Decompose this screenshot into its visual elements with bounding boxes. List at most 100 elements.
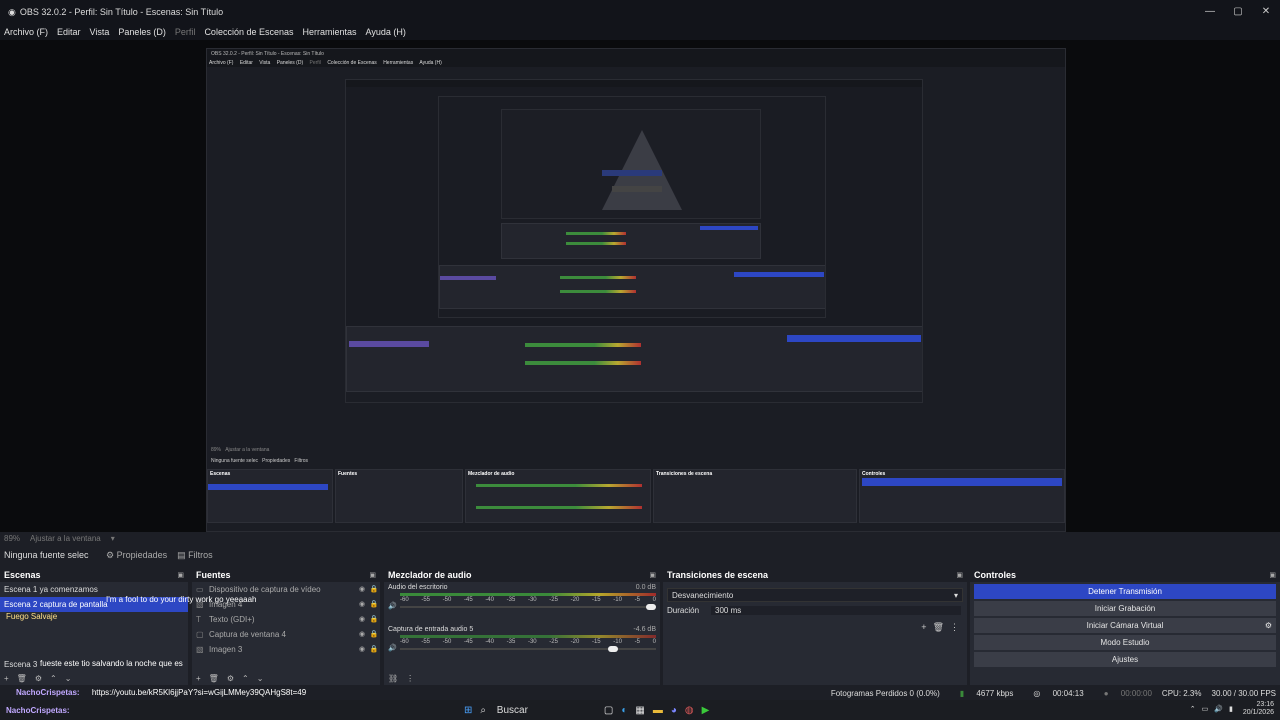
volume-slider[interactable] (400, 646, 656, 652)
clock[interactable]: 23:16 20/1/2026 (1243, 701, 1274, 717)
transitions-title: Transiciones de escena (667, 570, 769, 580)
dock-menu-icon[interactable]: ▣ (369, 571, 376, 579)
preview-canvas[interactable]: OBS 32.0.2 - Perfil: Sin Título - Escena… (0, 40, 1280, 532)
maximize-button[interactable]: ▢ (1224, 0, 1252, 24)
menu-paneles[interactable]: Paneles (D) (118, 27, 166, 37)
dock-menu-icon[interactable]: ▣ (649, 571, 656, 579)
battery-icon[interactable]: ▮ (1229, 705, 1233, 713)
chrome-icon[interactable]: ◍ (685, 705, 694, 716)
transition-duration: Duración 300 ms (667, 606, 963, 615)
source-item[interactable]: ▢ Captura de ventana 4 ◉ 🔒 (192, 627, 380, 642)
duration-input[interactable]: 300 ms (711, 606, 962, 615)
taskbar-search[interactable]: ⌕ Buscar (480, 705, 536, 716)
menu-archivo[interactable]: Archivo (F) (4, 27, 48, 37)
gear-icon[interactable]: ⚙ (1265, 618, 1272, 633)
start-virtual-camera-button[interactable]: Iniciar Cámara Virtual ⚙ (974, 618, 1276, 633)
folder-icon[interactable]: ▬ (653, 705, 663, 716)
gear-icon[interactable]: ⚙ (35, 674, 42, 683)
meter-tick: 0 (652, 639, 656, 645)
chevron-up-icon[interactable]: ⌃ (1190, 705, 1196, 713)
lock-icon[interactable]: 🔒 (368, 612, 380, 627)
menu-vista[interactable]: Vista (90, 27, 110, 37)
arrow-down-icon[interactable]: ⌄ (65, 674, 72, 683)
menu-perfil[interactable]: Perfil (175, 27, 196, 37)
volume-slider[interactable] (400, 604, 656, 610)
network-icon[interactable]: ▭ (1202, 705, 1209, 713)
lock-icon[interactable]: 🔒 (368, 582, 380, 597)
eye-icon[interactable]: ◉ (356, 597, 368, 612)
trash-icon[interactable]: 🗑 (933, 622, 944, 633)
store-icon[interactable]: ▦ (635, 705, 644, 716)
rec-time-value: 00:00:00 (1120, 688, 1152, 698)
source-item[interactable]: T Texto (GDI+) ◉ 🔒 (192, 612, 380, 627)
gear-icon[interactable]: ⚙ (227, 674, 234, 683)
more-vertical-icon[interactable]: ⋮ (406, 674, 414, 683)
lock-icon[interactable]: 🔒 (368, 597, 380, 612)
add-icon[interactable]: + (4, 674, 9, 683)
volume-knob[interactable] (607, 646, 618, 652)
arrow-down-icon[interactable]: ⌄ (257, 674, 264, 683)
edge-icon[interactable]: ◐ (621, 705, 627, 716)
window-titlebar: ◉ OBS 32.0.2 - Perfil: Sin Título - Esce… (0, 0, 1280, 24)
eye-icon[interactable]: ◉ (356, 642, 368, 657)
speaker-icon[interactable]: 🔊 (1214, 705, 1223, 713)
properties-button[interactable]: ⚙ Propiedades (106, 550, 167, 561)
menu-ayuda[interactable]: Ayuda (H) (366, 27, 406, 37)
menu-herramientas[interactable]: Herramientas (303, 27, 357, 37)
dock-menu-icon[interactable]: ▣ (956, 571, 963, 579)
eye-icon[interactable]: ◉ (356, 627, 368, 642)
filter-icon: ▤ (177, 549, 186, 560)
fit-window-dropdown[interactable]: Ajustar a la ventana (30, 534, 101, 543)
trash-icon[interactable]: 🗑 (209, 674, 219, 683)
task-view-icon[interactable]: ▢ (604, 705, 613, 716)
meter-tick: -5 (634, 597, 640, 603)
nested-dock (501, 223, 761, 259)
link-icon[interactable]: ⛓ (388, 674, 398, 683)
start-recording-button[interactable]: Iniciar Grabación (974, 601, 1276, 616)
discord-icon[interactable]: ◕ (671, 705, 677, 716)
nested-fit: Ajustar a la ventana (225, 447, 270, 453)
dock-menu-icon[interactable]: ▣ (177, 571, 184, 579)
close-button[interactable]: ✕ (1252, 0, 1280, 24)
chevron-down-icon[interactable]: ▾ (111, 534, 115, 543)
speaker-icon[interactable]: 🔊 (388, 644, 397, 652)
controls-title: Controles (974, 570, 1017, 580)
nested-menu-item: Archivo (F) (209, 60, 234, 66)
dock-menu-icon[interactable]: ▣ (1269, 571, 1276, 579)
filters-button[interactable]: ▤ Filtros (177, 550, 213, 561)
menu-coleccion-escenas[interactable]: Colección de Escenas (204, 27, 293, 37)
scene-item[interactable] (0, 627, 188, 642)
filters-label: Filtros (188, 549, 213, 560)
transition-select[interactable]: Desvanecimiento ▾ (667, 588, 963, 602)
nested-meter (525, 343, 641, 347)
lock-icon[interactable]: 🔒 (368, 642, 380, 657)
settings-button[interactable]: Ajustes (974, 652, 1276, 667)
selected-source-name: Ninguna fuente selec (4, 550, 89, 560)
nested-no-source: Ninguna fuente selec (211, 458, 258, 464)
add-icon[interactable]: + (921, 622, 926, 633)
source-item[interactable]: ▧ Imagen 3 ◉ 🔒 (192, 642, 380, 657)
eye-icon[interactable]: ◉ (356, 612, 368, 627)
add-icon[interactable]: + (196, 674, 201, 683)
trash-icon[interactable]: 🗑 (17, 674, 27, 683)
eye-icon[interactable]: ◉ (356, 582, 368, 597)
more-vertical-icon[interactable]: ⋮ (950, 622, 959, 633)
minimize-button[interactable]: — (1196, 0, 1224, 24)
meter-tick: -35 (506, 597, 516, 603)
taskbar-icons: ⊞ ⌕ Buscar ▢ ◐ ▦ ▬ ◕ ◍ ▶ (464, 702, 717, 718)
obs-play-icon[interactable]: ▶ (702, 705, 710, 716)
chat-text: fueste este tio salvando la noche que es (40, 659, 183, 668)
menu-editar[interactable]: Editar (57, 27, 81, 37)
record-icon: ● (1103, 688, 1109, 698)
meter-tick: -55 (421, 639, 430, 645)
stop-streaming-button[interactable]: Detener Transmisión (974, 584, 1276, 599)
studio-mode-button[interactable]: Modo Estudio (974, 635, 1276, 650)
volume-knob[interactable] (646, 604, 656, 610)
scene-item[interactable] (0, 642, 188, 657)
speaker-icon[interactable]: 🔊 (388, 602, 397, 610)
arrow-up-icon[interactable]: ⌃ (50, 674, 57, 683)
zoom-level[interactable]: 89% (4, 534, 20, 543)
windows-start-icon[interactable]: ⊞ (464, 705, 472, 716)
lock-icon[interactable]: 🔒 (368, 627, 380, 642)
arrow-up-icon[interactable]: ⌃ (242, 674, 249, 683)
